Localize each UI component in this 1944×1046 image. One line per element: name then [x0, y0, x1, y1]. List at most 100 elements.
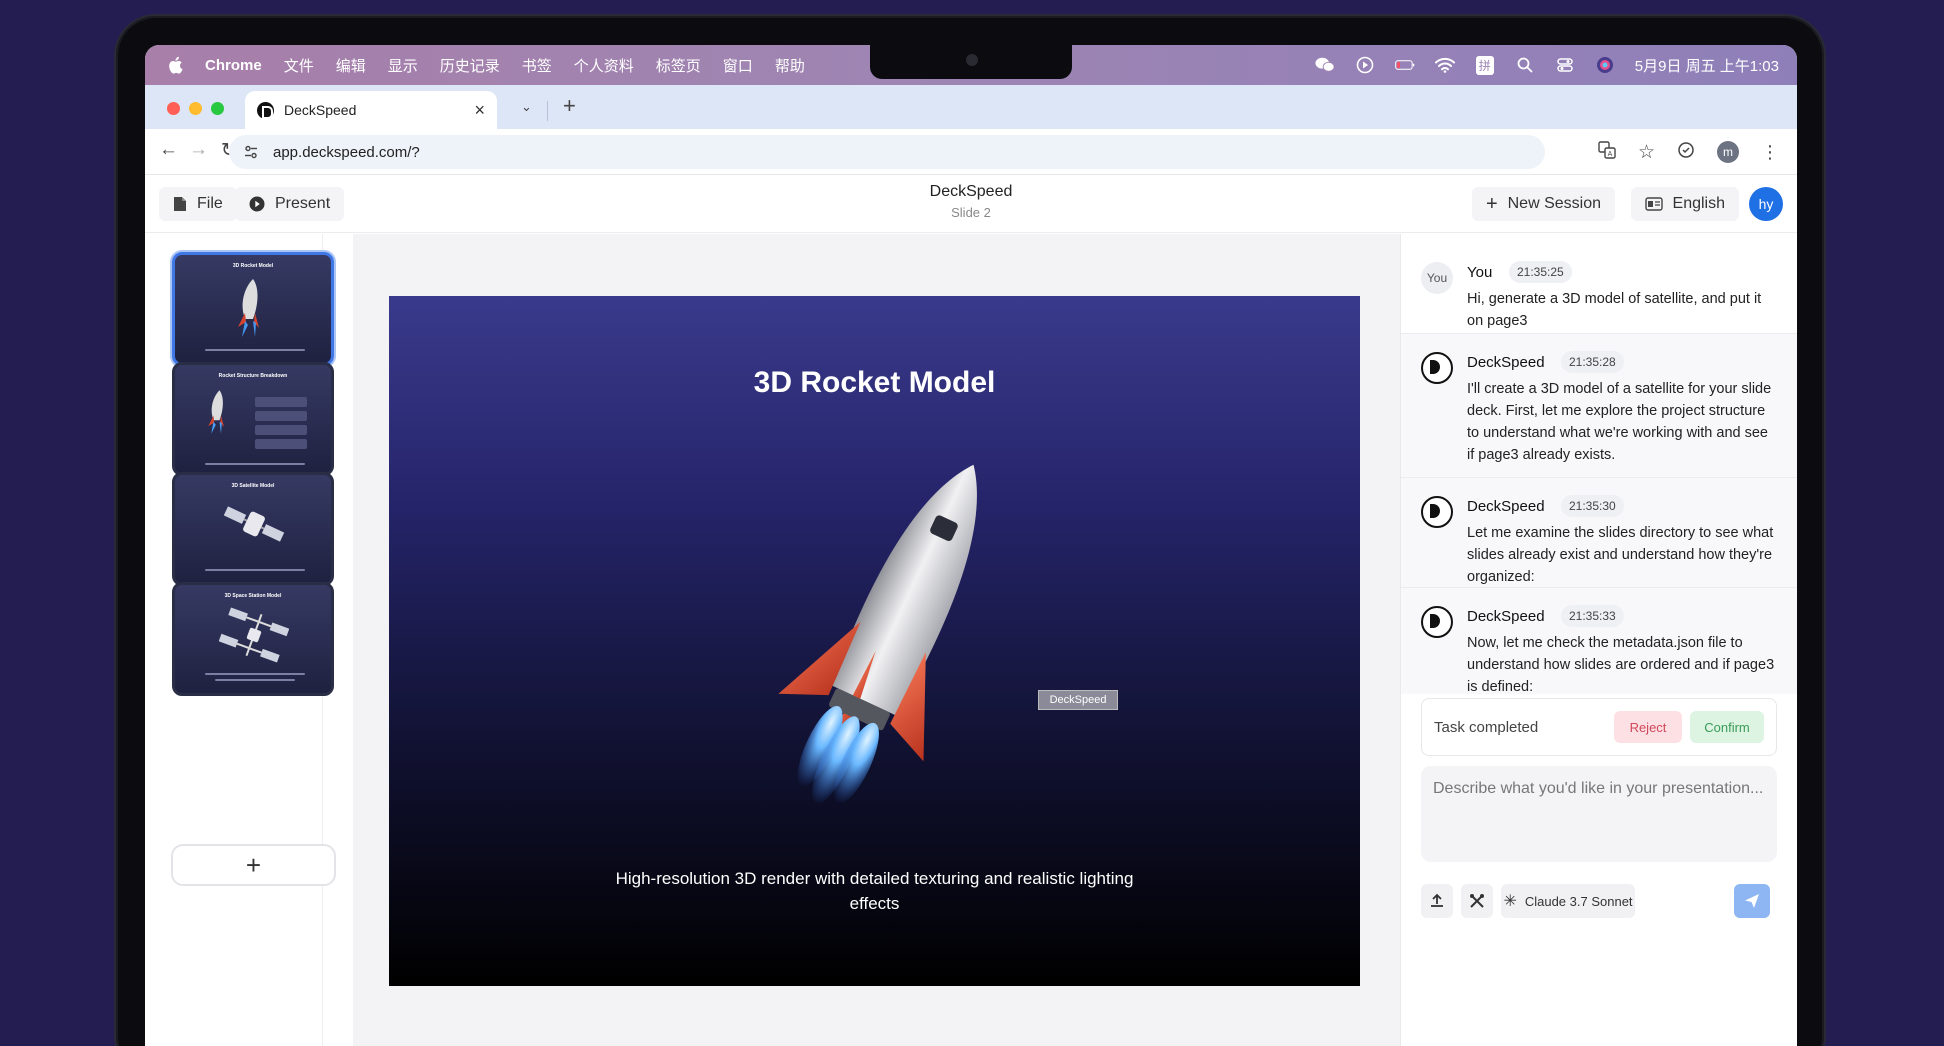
app-header: File Present DeckSpeed Slide 2 + New Ses…	[145, 175, 1797, 233]
tab-title: DeckSpeed	[284, 102, 357, 118]
user-avatar[interactable]: hy	[1749, 187, 1783, 221]
rocket-thumbnail-icon	[238, 279, 259, 337]
breakdown-card	[255, 397, 307, 407]
plus-icon: +	[1485, 193, 1498, 215]
search-icon[interactable]	[1515, 55, 1535, 75]
message-timestamp: 21:35:25	[1509, 261, 1572, 283]
model-selector[interactable]: ✳ Claude 3.7 Sonnet	[1501, 884, 1635, 918]
language-icon	[1644, 197, 1663, 211]
window-controls	[167, 102, 224, 115]
satellite-thumbnail-icon	[223, 506, 285, 542]
language-button[interactable]: English	[1630, 187, 1739, 221]
menu-view[interactable]: 显示	[388, 55, 418, 76]
menu-profiles[interactable]: 个人资料	[574, 55, 634, 76]
rocket-thumbnail-icon	[208, 390, 224, 434]
breakdown-card	[255, 411, 307, 421]
apple-icon[interactable]	[167, 56, 183, 74]
thumbnail-caption-line	[205, 569, 305, 571]
control-center-icon[interactable]	[1555, 55, 1575, 75]
slide-thumbnail-1[interactable]: 3D Rocket Model	[172, 252, 334, 366]
extension-icon[interactable]	[1677, 141, 1695, 164]
menu-edit[interactable]: 编辑	[336, 55, 366, 76]
chat-message-user: You You 21:35:25 Hi, generate a 3D model…	[1401, 244, 1797, 334]
chat-input[interactable]: Describe what you'd like in your present…	[1421, 766, 1777, 862]
slide-canvas: 3D Rocket Model DeckSpeed High-resolutio…	[353, 234, 1400, 1046]
browser-tabbar: DeckSpeed × ⌄ +	[145, 85, 1797, 129]
toolbar-actions: A ☆ m ⋮	[1598, 129, 1779, 175]
translate-icon[interactable]: A	[1598, 140, 1616, 164]
send-icon	[1745, 894, 1759, 908]
tools-button[interactable]	[1461, 884, 1493, 918]
task-status-text: Task completed	[1434, 718, 1539, 736]
input-method-icon[interactable]: 拼	[1475, 55, 1495, 75]
bookmark-star-icon[interactable]: ☆	[1638, 141, 1655, 164]
user-chat-avatar: You	[1421, 262, 1453, 294]
back-icon[interactable]: ←	[159, 139, 178, 161]
menu-help[interactable]: 帮助	[775, 55, 805, 76]
tab-separator	[547, 101, 548, 121]
siri-icon[interactable]	[1595, 55, 1615, 75]
svg-text:A: A	[1608, 151, 1613, 158]
slide-thumbnail-4[interactable]: 3D Space Station Model	[172, 582, 334, 696]
slide-preview[interactable]: 3D Rocket Model DeckSpeed High-resolutio…	[389, 296, 1360, 986]
add-slide-button[interactable]: +	[171, 844, 336, 886]
send-button[interactable]	[1734, 884, 1770, 918]
play-circle-icon[interactable]	[1355, 55, 1375, 75]
forward-icon[interactable]: →	[189, 139, 208, 161]
new-tab-button[interactable]: +	[563, 93, 576, 119]
menu-app-chrome[interactable]: Chrome	[205, 57, 262, 74]
menubar-clock[interactable]: 5月9日 周五 上午1:03	[1635, 55, 1779, 76]
breakdown-card	[255, 425, 307, 435]
upload-icon	[1431, 893, 1443, 907]
reject-button[interactable]: Reject	[1614, 711, 1682, 743]
thumbnail-caption-line	[215, 679, 295, 681]
message-timestamp: 21:35:33	[1561, 605, 1624, 627]
camera-notch	[870, 45, 1072, 79]
battery-icon[interactable]	[1394, 55, 1415, 75]
message-sender: You	[1467, 264, 1493, 281]
menu-window[interactable]: 窗口	[723, 55, 753, 76]
status-area: 拼 5月9日 周五 上午1:03	[1315, 45, 1779, 85]
slide-caption: High-resolution 3D render with detailed …	[615, 869, 1134, 913]
maximize-window-button[interactable]	[211, 102, 224, 115]
rocket-image	[778, 464, 977, 805]
message-timestamp: 21:35:30	[1561, 495, 1624, 517]
site-settings-icon[interactable]	[243, 144, 259, 160]
input-method-label: 拼	[1475, 55, 1494, 75]
upload-button[interactable]	[1421, 884, 1453, 918]
menu-tabs[interactable]: 标签页	[656, 55, 701, 76]
wifi-icon[interactable]	[1434, 55, 1455, 75]
message-sender: DeckSpeed	[1467, 608, 1545, 625]
thumbnail-title: 3D Rocket Model	[232, 263, 274, 269]
language-label: English	[1672, 195, 1725, 212]
tab-close-icon[interactable]: ×	[474, 100, 485, 121]
slide-thumbnail-3[interactable]: 3D Satellite Model	[172, 472, 334, 586]
url-text: app.deckspeed.com/?	[273, 143, 420, 161]
message-text: Let me examine the slides directory to s…	[1467, 525, 1774, 585]
address-bar[interactable]: app.deckspeed.com/?	[229, 135, 1545, 169]
menu-file[interactable]: 文件	[284, 55, 314, 76]
browser-menu-icon[interactable]: ⋮	[1761, 142, 1779, 163]
profile-avatar[interactable]: m	[1717, 141, 1739, 163]
model-label: Claude 3.7 Sonnet	[1524, 893, 1633, 909]
deckspeed-logo-icon	[1421, 352, 1453, 384]
minimize-window-button[interactable]	[189, 102, 202, 115]
browser-tab-deckspeed[interactable]: DeckSpeed ×	[245, 91, 497, 129]
new-session-button[interactable]: + New Session	[1471, 187, 1615, 221]
chat-message-assistant: DeckSpeed 21:35:33 Now, let me check the…	[1401, 588, 1797, 695]
chat-panel: You You 21:35:25 Hi, generate a 3D model…	[1400, 234, 1797, 1046]
wechat-icon[interactable]	[1315, 55, 1335, 75]
message-text: Hi, generate a 3D model of satellite, an…	[1467, 291, 1762, 329]
menu-bookmarks[interactable]: 书签	[522, 55, 552, 76]
close-window-button[interactable]	[167, 102, 180, 115]
new-session-label: New Session	[1507, 195, 1601, 212]
slide-thumbnail-2[interactable]: Rocket Structure Breakdown	[172, 362, 334, 476]
thumbnail-caption-line	[205, 463, 305, 465]
thumbnail-caption-line	[205, 673, 305, 675]
tab-search-chevron-icon[interactable]: ⌄	[521, 99, 532, 115]
message-text: Now, let me check the metadata.json file…	[1467, 635, 1775, 695]
deckspeed-watermark: DeckSpeed	[1038, 690, 1118, 710]
deckspeed-logo-icon	[1421, 496, 1453, 528]
menu-history[interactable]: 历史记录	[440, 55, 500, 76]
confirm-button[interactable]: Confirm	[1690, 711, 1764, 743]
